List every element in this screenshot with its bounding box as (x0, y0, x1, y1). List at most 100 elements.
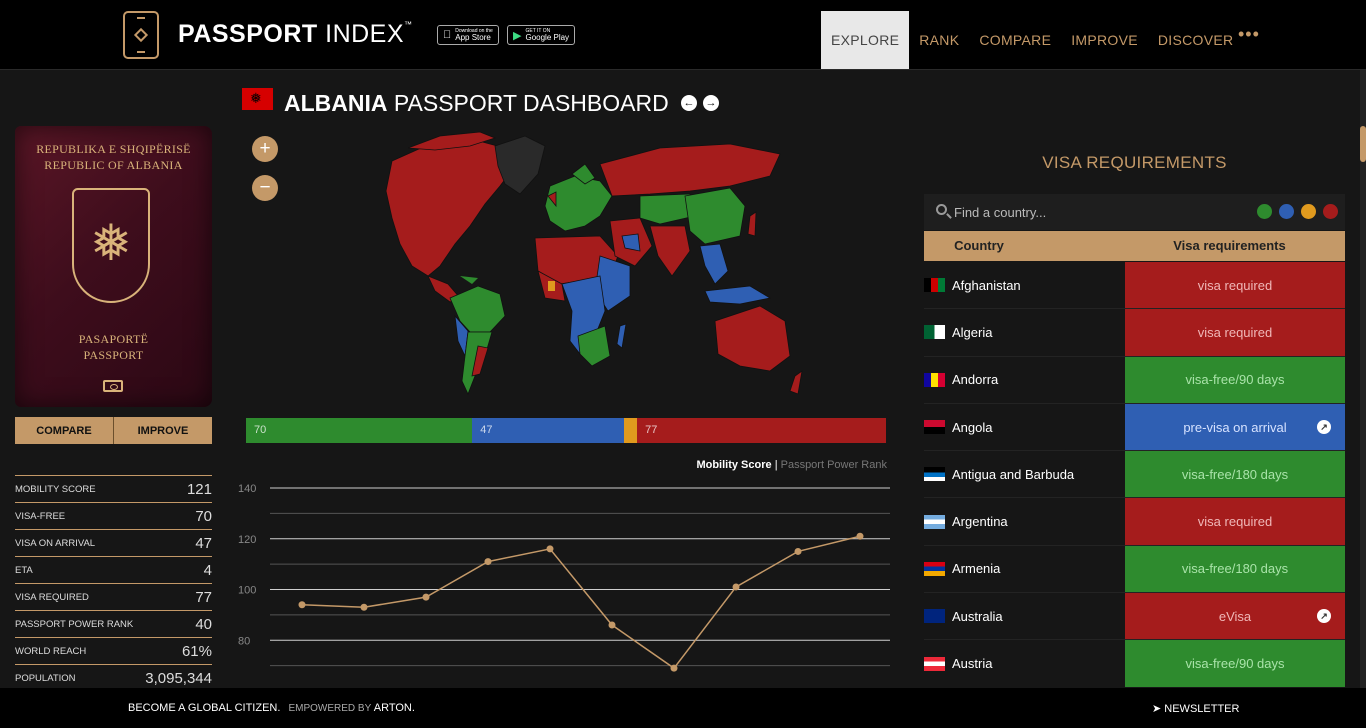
filter-visa-required-dot[interactable] (1323, 204, 1338, 219)
nav-discover[interactable]: DISCOVER (1148, 11, 1244, 69)
visa-requirement-cell: visa-free/90 days (1125, 356, 1345, 403)
map-region-australia (714, 305, 791, 372)
page-scrollbar-thumb[interactable] (1360, 126, 1366, 162)
mobility-score-point[interactable] (794, 547, 802, 555)
filter-eta-dot[interactable] (1301, 204, 1316, 219)
eagle-icon: ❅ (90, 215, 132, 271)
compare-button[interactable]: COMPARE (15, 417, 113, 444)
mobility-score-point[interactable] (608, 621, 616, 629)
visa-requirement-cell: pre-visa on arrival ↗ (1125, 403, 1345, 451)
stat-value: 70 (195, 507, 212, 525)
visa-distribution-bar: 70 47 77 (246, 418, 886, 443)
country-flag-icon (924, 278, 945, 293)
country-cell: Argentina (924, 498, 1125, 545)
prev-country-arrow-icon[interactable]: ← (681, 95, 697, 111)
site-logo[interactable]: PASSPORT INDEX™ (178, 20, 413, 49)
mobility-score-point[interactable] (856, 532, 864, 540)
y-tick-label: 80 (238, 635, 250, 647)
stat-value: 3,095,344 (145, 669, 212, 687)
map-region-new-zealand (789, 370, 803, 395)
country-cell: Angola (924, 403, 1125, 451)
visa-table-row[interactable]: Argentina visa required (924, 498, 1345, 546)
filter-visa-on-arrival-dot[interactable] (1279, 204, 1294, 219)
page-scrollbar[interactable] (1360, 70, 1366, 690)
country-cell: Australia (924, 593, 1125, 640)
distribution-segment: 77 (637, 418, 886, 443)
passport-text: PASAPORTË (78, 332, 149, 346)
filter-visa-free-dot[interactable] (1257, 204, 1272, 219)
visa-table-row[interactable]: Armenia visa-free/180 days (924, 545, 1345, 594)
visa-requirement-text: visa required (1197, 514, 1273, 530)
footer-brand-link[interactable]: ARTON. (374, 702, 415, 714)
country-name: Antigua and Barbuda (952, 466, 1075, 482)
stat-label: MOBILITY SCORE (15, 483, 96, 495)
nav-explore[interactable]: EXPLORE (821, 11, 910, 69)
stat-value: 61% (181, 642, 212, 660)
mobility-score-point[interactable] (360, 603, 368, 611)
stat-label: VISA-FREE (15, 510, 66, 522)
visa-requirement-text: pre-visa on arrival (1183, 419, 1287, 435)
nav-rank[interactable]: RANK (909, 11, 969, 69)
top-header: PASSPORT INDEX™  Download on theApp Sto… (0, 0, 1366, 70)
country-search-input[interactable] (954, 203, 1154, 221)
paper-plane-icon: ➤ (1152, 703, 1162, 715)
mobility-score-point[interactable] (422, 593, 430, 601)
map-region-southeast-asia (699, 243, 729, 285)
app-store-badge[interactable]:  Download on theApp Store (437, 25, 499, 45)
nav-compare[interactable]: COMPARE (969, 11, 1061, 69)
column-visa-requirements[interactable]: Visa requirements (1034, 231, 1345, 261)
stat-value: 121 (186, 480, 212, 498)
distribution-segment: 47 (472, 418, 625, 443)
stat-value: 40 (195, 615, 212, 633)
improve-button[interactable]: IMPROVE (113, 417, 212, 444)
visa-table-row[interactable]: Antigua and Barbuda visa-free/180 days (924, 451, 1345, 499)
zoom-out-button[interactable]: − (252, 175, 278, 201)
zoom-in-button[interactable]: + (252, 136, 278, 162)
distribution-segment (624, 418, 638, 443)
passport-logo-icon[interactable] (123, 11, 159, 59)
country-name: Argentina (952, 514, 1008, 530)
column-country[interactable]: Country (924, 231, 1034, 261)
stat-row: VISA ON ARRIVAL 47 (15, 529, 212, 556)
y-tick-label: 120 (238, 534, 256, 546)
mobility-score-point[interactable] (670, 664, 678, 672)
mobility-score-point[interactable] (298, 601, 306, 609)
visa-table-row[interactable]: Austria visa-free/90 days (924, 640, 1345, 687)
country-flag-icon (924, 514, 945, 529)
country-search-bar (924, 194, 1345, 230)
passport-actions: COMPARE IMPROVE (15, 417, 212, 444)
nav-improve[interactable]: IMPROVE (1061, 11, 1148, 69)
google-play-badge[interactable]: ▶ GET IT ON Google Play (507, 25, 576, 45)
visa-requirement-text: visa-free/180 days (1181, 561, 1289, 577)
visa-table-row[interactable]: Algeria visa required (924, 309, 1345, 357)
visa-requirement-cell: visa required (1125, 262, 1345, 309)
mobility-score-point[interactable] (484, 558, 492, 566)
visa-requirement-text: visa required (1197, 324, 1273, 340)
visa-table-row[interactable]: Afghanistan visa required (924, 262, 1345, 310)
map-region-greenland (494, 135, 546, 195)
visa-table-header: Country Visa requirements (924, 231, 1345, 261)
newsletter-link[interactable]: ➤ NEWSLETTER (1152, 702, 1239, 715)
map-region-africa-eta (548, 281, 555, 291)
external-link-icon[interactable]: ↗ (1317, 609, 1331, 624)
mobility-score-point[interactable] (732, 583, 740, 591)
next-country-arrow-icon[interactable]: → (703, 95, 719, 111)
external-link-icon[interactable]: ↗ (1317, 420, 1331, 435)
passport-text: REPUBLIKA E SHQIPËRISË (36, 142, 191, 156)
mobility-score-point[interactable] (546, 545, 554, 553)
albania-flag-icon: ❅ (242, 88, 273, 110)
visa-table-row[interactable]: Australia eVisa ↗ (924, 593, 1345, 641)
world-map[interactable] (300, 126, 815, 404)
visa-table-row[interactable]: Angola pre-visa on arrival ↗ (924, 403, 1345, 452)
stat-row: PASSPORT POWER RANK 40 (15, 610, 212, 637)
stat-row: ETA 4 (15, 556, 212, 583)
y-tick-label: 100 (238, 585, 256, 597)
visa-requirement-cell: visa-free/90 days (1125, 640, 1345, 687)
country-cell: Andorra (924, 356, 1125, 403)
visa-requirement-text: visa required (1197, 277, 1273, 293)
footer-tagline-text: BECOME A GLOBAL CITIZEN. (128, 702, 281, 714)
more-menu-icon[interactable]: ••• (1238, 24, 1260, 45)
visa-table-row[interactable]: Andorra visa-free/90 days (924, 356, 1345, 404)
stat-row: VISA REQUIRED 77 (15, 583, 212, 610)
country-cell: Armenia (924, 545, 1125, 593)
